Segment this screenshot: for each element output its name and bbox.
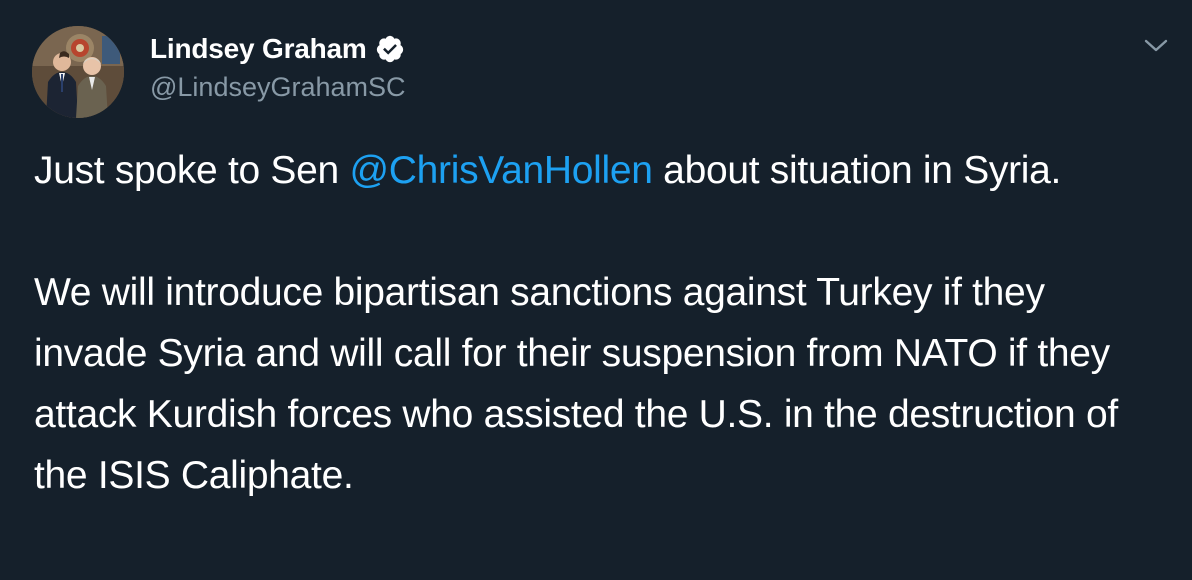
avatar[interactable]: [32, 26, 124, 118]
verified-badge-icon: [375, 34, 405, 64]
tweet-text-segment: about situation in Syria.: [652, 149, 1062, 192]
tweet-paragraph-1: Just spoke to Sen @ChrisVanHollen about …: [34, 140, 1164, 201]
chevron-down-icon[interactable]: [1140, 32, 1172, 58]
mention-link[interactable]: @ChrisVanHollen: [349, 149, 652, 192]
author-name-row: Lindsey Graham: [150, 30, 405, 68]
tweet-paragraph-2: We will introduce bipartisan sanctions a…: [34, 271, 1118, 497]
avatar-photo: [32, 26, 124, 118]
tweet-text-segment: Just spoke to Sen: [34, 149, 350, 192]
tweet-card: Lindsey Graham @LindseyGrahamSC Just spo…: [0, 0, 1192, 580]
author-display-name[interactable]: Lindsey Graham: [150, 33, 367, 65]
tweet-text: Just spoke to Sen @ChrisVanHollen about …: [34, 140, 1164, 506]
author-handle[interactable]: @LindseyGrahamSC: [150, 72, 406, 103]
